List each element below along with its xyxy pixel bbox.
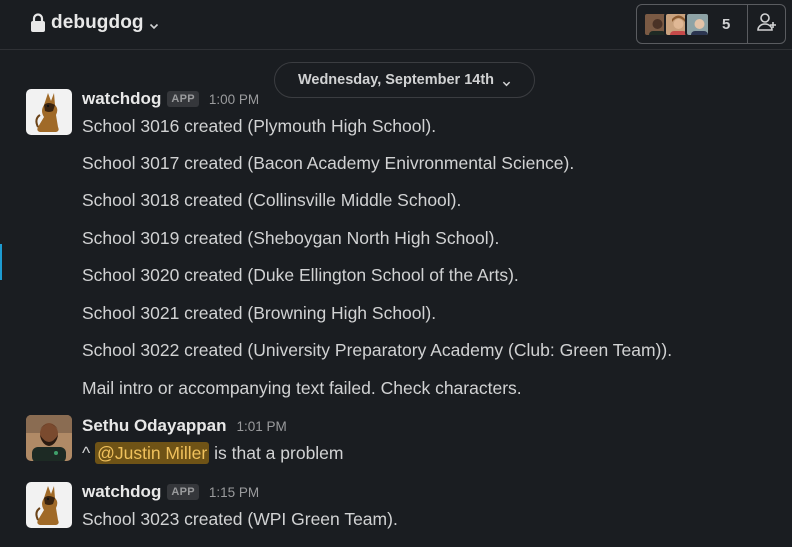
lock-icon — [30, 13, 46, 33]
message-timestamp[interactable]: 1:15 PM — [209, 485, 259, 500]
date-divider-button[interactable]: Wednesday, September 14th — [274, 62, 535, 98]
channel-header: debugdog 5 — [0, 0, 792, 50]
unread-marker — [0, 244, 2, 280]
message-text: School 3023 created (WPI Green Team). — [82, 509, 398, 529]
message-text: School 3018 created (Collinsville Middle… — [82, 190, 462, 210]
message-text: School 3021 created (Browning High Schoo… — [82, 303, 437, 323]
member-avatar — [685, 11, 710, 37]
user-avatar[interactable] — [26, 415, 72, 461]
add-member-button[interactable] — [747, 5, 785, 43]
channel-title-button[interactable]: debugdog — [30, 12, 159, 34]
message-header: watchdog APP 1:15 PM — [82, 482, 259, 502]
app-badge: APP — [167, 484, 199, 500]
channel-name: debugdog — [51, 12, 144, 33]
message-text: ^ @Justin Miller is that a problem — [82, 442, 344, 464]
member-count: 5 — [722, 15, 731, 33]
sender-name[interactable]: Sethu Odayappan — [82, 416, 227, 436]
chevron-down-icon — [149, 18, 159, 30]
chevron-down-icon — [502, 76, 511, 86]
add-person-icon — [756, 11, 778, 38]
app-badge: APP — [167, 91, 199, 107]
sender-name[interactable]: watchdog — [82, 89, 161, 109]
watchdog-avatar[interactable] — [26, 482, 72, 528]
watchdog-avatar[interactable] — [26, 89, 72, 135]
user-mention[interactable]: @Justin Miller — [95, 442, 210, 464]
message-text: School 3016 created (Plymouth High Schoo… — [82, 116, 437, 136]
message-text: School 3019 created (Sheboygan North Hig… — [82, 228, 500, 248]
message-text: School 3022 created (University Preparat… — [82, 340, 673, 360]
message-timestamp[interactable]: 1:01 PM — [237, 419, 287, 434]
caret-text: ^ — [82, 443, 91, 463]
sender-name[interactable]: watchdog — [82, 482, 161, 502]
message-header: watchdog APP 1:00 PM — [82, 89, 259, 109]
member-avatars — [643, 11, 710, 37]
channel-members-button[interactable]: 5 — [636, 4, 786, 44]
message-header: Sethu Odayappan 1:01 PM — [82, 416, 287, 436]
message-suffix: is that a problem — [214, 443, 344, 463]
message-text: School 3017 created (Bacon Academy Enivr… — [82, 153, 575, 173]
message-text: School 3020 created (Duke Ellington Scho… — [82, 265, 519, 285]
date-label: Wednesday, September 14th — [297, 72, 495, 88]
message-timestamp[interactable]: 1:00 PM — [209, 92, 259, 107]
message-text: Mail intro or accompanying text failed. … — [82, 378, 522, 398]
